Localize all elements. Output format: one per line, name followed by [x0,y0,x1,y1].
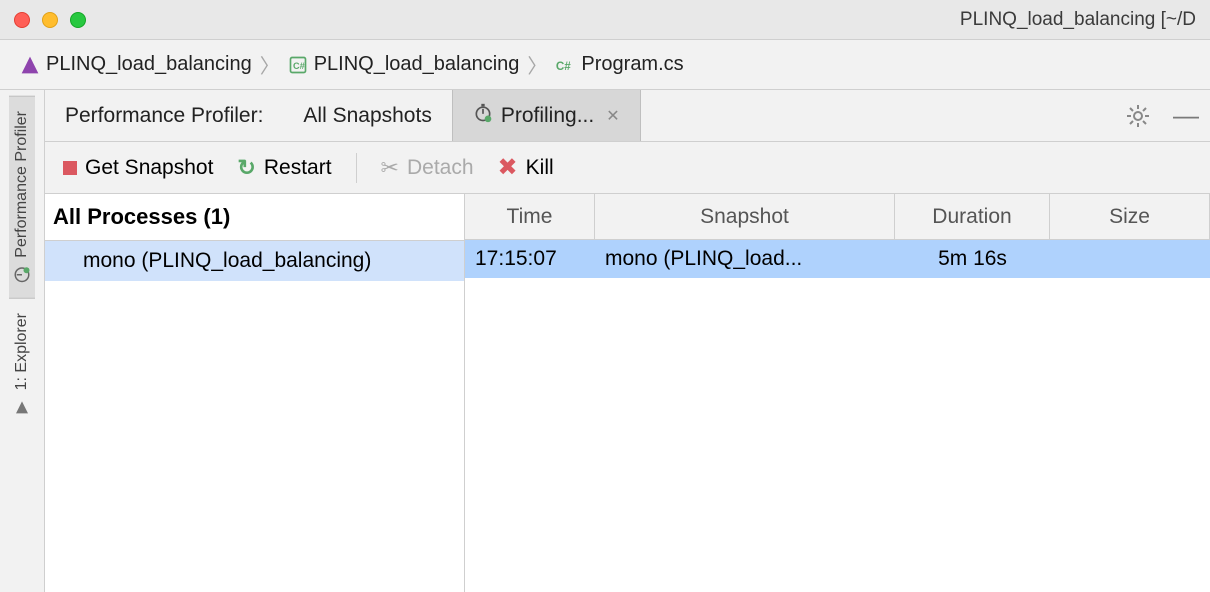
profiler-toolbar: Get Snapshot ↻ Restart ✂ Detach ✖ Kill [45,142,1210,194]
svg-text:C#: C# [556,60,571,73]
tab-label: Profiling... [501,104,594,128]
tool-window-rail: Performance Profiler 1: Explorer [0,90,45,592]
profiler-icon [13,266,31,284]
grid-header: Time Snapshot Duration Size [465,194,1210,240]
restart-button[interactable]: ↻ Restart [237,155,331,181]
rail-tab-explorer[interactable]: 1: Explorer [9,299,35,430]
titlebar: PLINQ_load_balancing [~/D [0,0,1210,40]
csharp-file-icon: C# [555,55,575,75]
maximize-window-icon[interactable] [70,12,86,28]
rail-tab-label: Performance Profiler [13,111,31,258]
kill-button[interactable]: ✖ Kill [498,153,554,182]
cell-snapshot: mono (PLINQ_load... [595,240,895,278]
get-snapshot-button[interactable]: Get Snapshot [63,156,213,180]
explorer-icon [13,398,31,416]
breadcrumb-item-csproj[interactable]: C# PLINQ_load_balancing [288,53,520,76]
button-label: Kill [526,156,554,180]
rail-tab-label: 1: Explorer [13,313,31,390]
column-duration[interactable]: Duration [895,194,1050,239]
breadcrumb: PLINQ_load_balancing 〉 C# PLINQ_load_bal… [0,40,1210,90]
breadcrumb-item-file[interactable]: C# Program.cs [555,53,683,76]
traffic-lights [14,12,86,28]
cell-size [1050,240,1210,278]
tab-profiling[interactable]: Profiling... ✕ [452,90,641,141]
stop-record-icon [63,161,77,175]
minimize-window-icon[interactable] [42,12,58,28]
gear-icon[interactable] [1124,102,1152,130]
process-tree: All Processes (1) mono (PLINQ_load_balan… [45,194,465,592]
column-time[interactable]: Time [465,194,595,239]
snapshots-grid: Time Snapshot Duration Size 17:15:07 mon… [465,194,1210,592]
panel-title: Performance Profiler: [45,104,283,128]
tab-label: All Snapshots [303,104,431,128]
panel-tabs: Performance Profiler: All Snapshots Prof… [45,90,1210,142]
profiler-body: All Processes (1) mono (PLINQ_load_balan… [45,194,1210,592]
chevron-right-icon: 〉 [260,50,280,79]
csproj-icon: C# [288,55,308,75]
cell-time: 17:15:07 [465,240,595,278]
kill-icon: ✖ [498,153,518,182]
project-icon [20,55,40,75]
button-label: Restart [264,156,332,180]
close-tab-icon[interactable]: ✕ [606,106,619,126]
hide-panel-icon[interactable]: — [1172,102,1200,130]
process-tree-header: All Processes (1) [45,194,464,241]
detach-icon: ✂ [381,155,399,181]
rail-tab-performance-profiler[interactable]: Performance Profiler [9,96,35,299]
breadcrumb-label: Program.cs [581,53,683,76]
column-size[interactable]: Size [1050,194,1210,239]
chevron-right-icon: 〉 [527,50,547,79]
tab-all-snapshots[interactable]: All Snapshots [283,90,451,141]
svg-text:C#: C# [293,61,305,71]
breadcrumb-label: PLINQ_load_balancing [46,53,252,76]
profiler-panel: Performance Profiler: All Snapshots Prof… [45,90,1210,592]
restart-icon: ↻ [237,155,255,181]
column-snapshot[interactable]: Snapshot [595,194,895,239]
close-window-icon[interactable] [14,12,30,28]
button-label: Get Snapshot [85,156,213,180]
snapshot-row[interactable]: 17:15:07 mono (PLINQ_load... 5m 16s [465,240,1210,278]
breadcrumb-item-project[interactable]: PLINQ_load_balancing [20,53,252,76]
stopwatch-icon [473,103,493,129]
process-tree-row[interactable]: mono (PLINQ_load_balancing) [45,241,464,281]
separator [356,153,357,183]
detach-button[interactable]: ✂ Detach [381,155,474,181]
button-label: Detach [407,156,474,180]
cell-duration: 5m 16s [895,240,1050,278]
breadcrumb-label: PLINQ_load_balancing [314,53,520,76]
window-title: PLINQ_load_balancing [~/D [960,9,1196,31]
